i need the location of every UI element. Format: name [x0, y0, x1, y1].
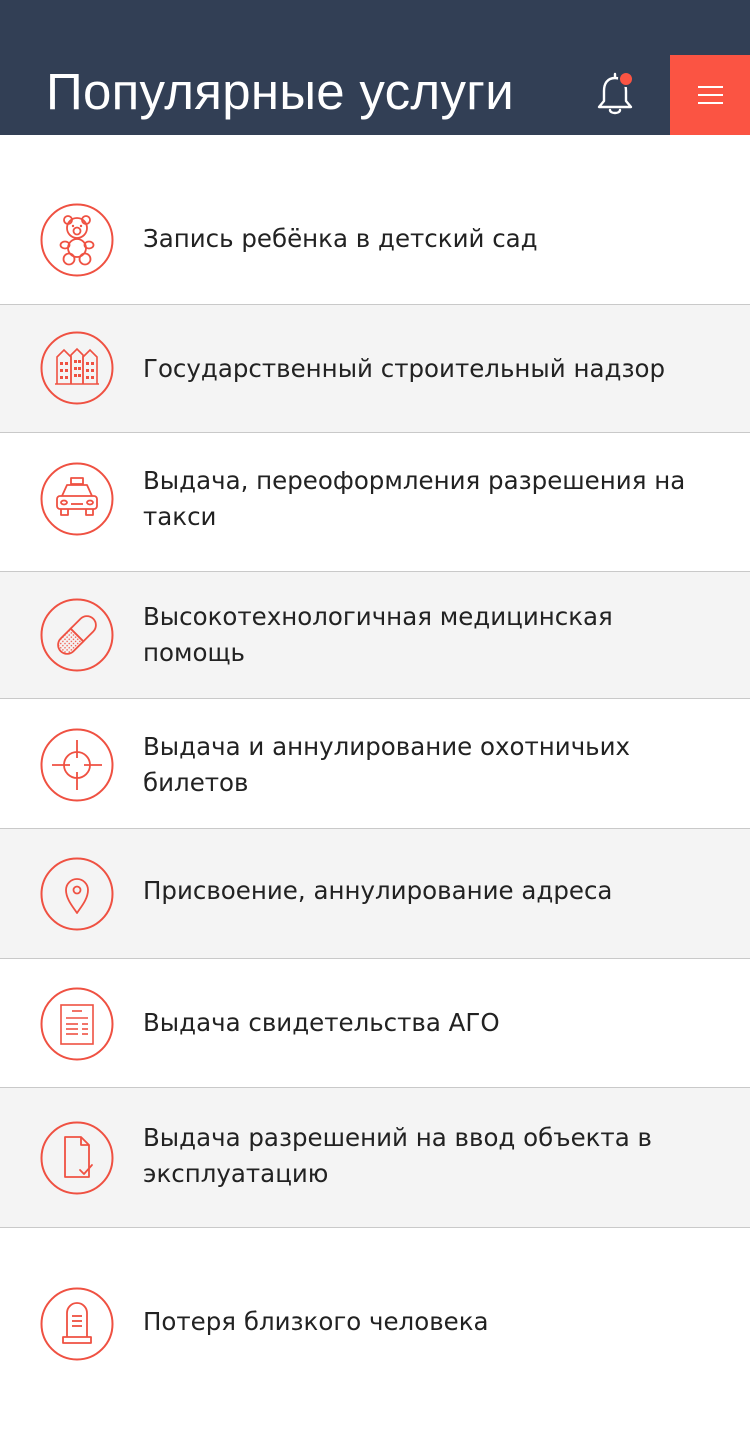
service-label: Выдача свидетельства АГО: [143, 1008, 500, 1037]
service-label: Выдача и аннулирование охотничьих билето…: [143, 732, 631, 797]
service-item-bereavement[interactable]: Потеря близкого человека: [0, 1228, 750, 1368]
file-check-icon: [40, 1121, 114, 1195]
crosshair-icon: [40, 728, 114, 802]
service-item-commissioning-permit[interactable]: Выдача разрешений на ввод объекта в эксп…: [0, 1088, 750, 1228]
buildings-icon: [40, 331, 114, 405]
service-item-hunting-tickets[interactable]: Выдача и аннулирование охотничьих билето…: [0, 699, 750, 829]
notifications-button[interactable]: [594, 70, 640, 118]
app-header: Популярные услуги: [0, 0, 750, 135]
service-item-taxi-permit[interactable]: Выдача, переоформления разрешения на так…: [0, 433, 750, 572]
services-list: Запись ребёнка в детский сад Государстве…: [0, 175, 750, 1368]
taxi-icon: [40, 462, 114, 536]
service-item-medical-care[interactable]: Высокотехнологичная медицинская помощь: [0, 572, 750, 699]
pill-capsule-icon: [40, 598, 114, 672]
service-label: Государственный строительный надзор: [143, 354, 666, 383]
teddy-bear-icon: [40, 203, 114, 277]
service-label: Высокотехнологичная медицинская помощь: [143, 602, 613, 667]
service-item-ago-certificate[interactable]: Выдача свидетельства АГО: [0, 959, 750, 1088]
page-title: Популярные услуги: [46, 63, 514, 120]
service-item-kindergarten[interactable]: Запись ребёнка в детский сад: [0, 175, 750, 305]
gravestone-icon: [40, 1287, 114, 1361]
service-label: Потеря близкого человека: [143, 1307, 489, 1336]
document-icon: [40, 987, 114, 1061]
service-label: Выдача разрешений на ввод объекта в эксп…: [143, 1123, 652, 1188]
notification-dot: [618, 71, 634, 87]
service-label: Запись ребёнка в детский сад: [143, 224, 538, 253]
service-item-construction-supervision[interactable]: Государственный строительный надзор: [0, 305, 750, 433]
map-pin-icon: [40, 857, 114, 931]
bell-icon: [597, 71, 634, 115]
menu-button[interactable]: [670, 55, 750, 135]
service-label: Выдача, переоформления разрешения на так…: [143, 466, 686, 531]
service-label: Присвоение, аннулирование адреса: [143, 876, 613, 905]
service-item-address[interactable]: Присвоение, аннулирование адреса: [0, 829, 750, 959]
